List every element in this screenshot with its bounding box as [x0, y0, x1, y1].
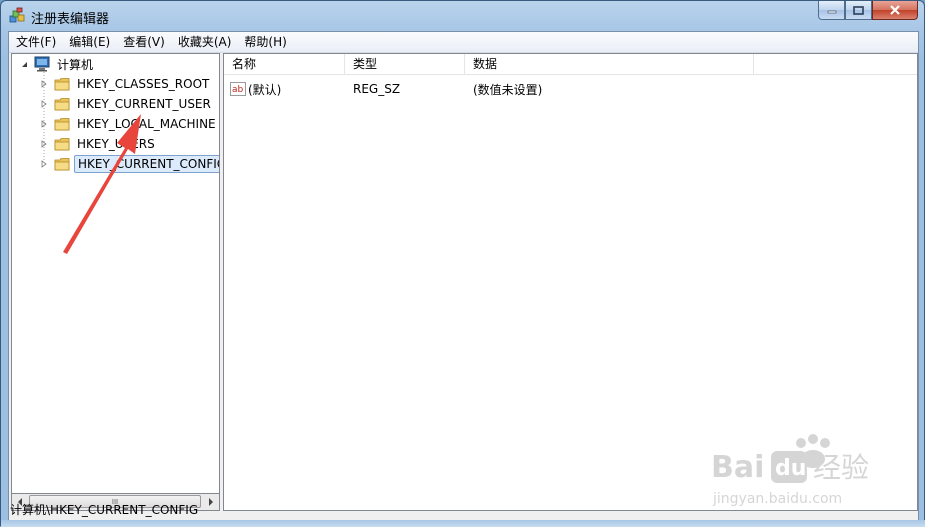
folder-icon: [54, 118, 70, 131]
tree-item-hkey-classes-root[interactable]: HKEY_CLASSES_ROOT: [39, 74, 212, 94]
close-button[interactable]: [872, 1, 918, 20]
tree-item-hkey-local-machine[interactable]: HKEY_LOCAL_MACHINE: [39, 114, 219, 134]
menu-file[interactable]: 文件(F): [9, 32, 62, 52]
window-title: 注册表编辑器: [31, 12, 110, 27]
folder-icon: [54, 158, 70, 171]
tree-item-hkey-users[interactable]: HKEY_USERS: [39, 134, 158, 154]
folder-icon: [54, 138, 70, 151]
tree-label: HKEY_LOCAL_MACHINE: [77, 117, 216, 131]
value-name-cell: ab (默认): [224, 81, 345, 98]
baidu-jingyan-watermark: Bai du 经验 jingyan.baidu.com: [711, 434, 869, 507]
column-header-name[interactable]: 名称: [224, 54, 345, 74]
folder-icon: [54, 98, 70, 111]
tree-item-hkey-current-config[interactable]: HKEY_CURRENT_CONFIG: [39, 154, 219, 174]
maximize-button[interactable]: [845, 1, 872, 20]
tree-label: HKEY_CLASSES_ROOT: [77, 77, 210, 91]
column-header-data[interactable]: 数据: [465, 54, 754, 74]
scroll-right-arrow-icon: [209, 498, 213, 506]
collapse-arrow-icon[interactable]: [20, 60, 29, 69]
registry-editor-window: 注册表编辑器 文件(F) 编辑(E) 查看(V) 收藏夹(A) 帮助(H) 计算…: [0, 0, 925, 527]
value-data-cell: (数值未设置): [473, 82, 543, 97]
svg-text:du: du: [775, 456, 806, 481]
maximize-icon: [853, 5, 864, 15]
menu-bar: 文件(F) 编辑(E) 查看(V) 收藏夹(A) 帮助(H): [9, 32, 918, 53]
column-header-type[interactable]: 类型: [345, 54, 465, 74]
regedit-app-icon: [9, 7, 25, 23]
svg-text:经验: 经验: [813, 451, 869, 484]
tree-item-computer[interactable]: 计算机: [20, 54, 96, 74]
statusbar-path: 计算机\HKEY_CURRENT_CONFIG: [10, 503, 199, 517]
tree-label-computer: 计算机: [57, 57, 94, 72]
string-value-icon: ab: [230, 82, 246, 96]
tree-label: HKEY_USERS: [77, 137, 155, 151]
tree-item-hkey-current-user[interactable]: HKEY_CURRENT_USER: [39, 94, 214, 114]
svg-text:Bai: Bai: [711, 450, 764, 485]
caption-buttons: [818, 1, 918, 21]
list-header: 名称 类型 数据: [224, 54, 917, 75]
tree-label: HKEY_CURRENT_CONFIG: [74, 155, 219, 173]
close-icon: [890, 5, 900, 15]
svg-text:ab: ab: [232, 85, 244, 95]
folder-icon: [54, 78, 70, 91]
scroll-right-button[interactable]: [203, 494, 219, 510]
menu-edit[interactable]: 编辑(E): [62, 32, 116, 52]
value-type-cell: REG_SZ: [353, 82, 401, 96]
menu-favorites[interactable]: 收藏夹(A): [171, 32, 238, 52]
key-tree-pane[interactable]: 计算机 HKEY_CLASSES_ROOT HKEY_CURRENT_USER …: [11, 53, 220, 494]
list-item[interactable]: ab (默认) REG_SZ (数值未设置): [224, 80, 917, 98]
svg-text:jingyan.baidu.com: jingyan.baidu.com: [712, 491, 842, 507]
tree-guide-line: [43, 72, 45, 164]
tree-label: HKEY_CURRENT_USER: [77, 97, 211, 111]
computer-icon: [34, 56, 50, 72]
menu-view[interactable]: 查看(V): [116, 32, 171, 52]
value-name: (默认): [248, 82, 282, 97]
minimize-button[interactable]: [818, 1, 845, 20]
minimize-icon: [827, 10, 836, 14]
title-bar[interactable]: 注册表编辑器: [1, 1, 924, 31]
menu-help[interactable]: 帮助(H): [237, 32, 292, 52]
